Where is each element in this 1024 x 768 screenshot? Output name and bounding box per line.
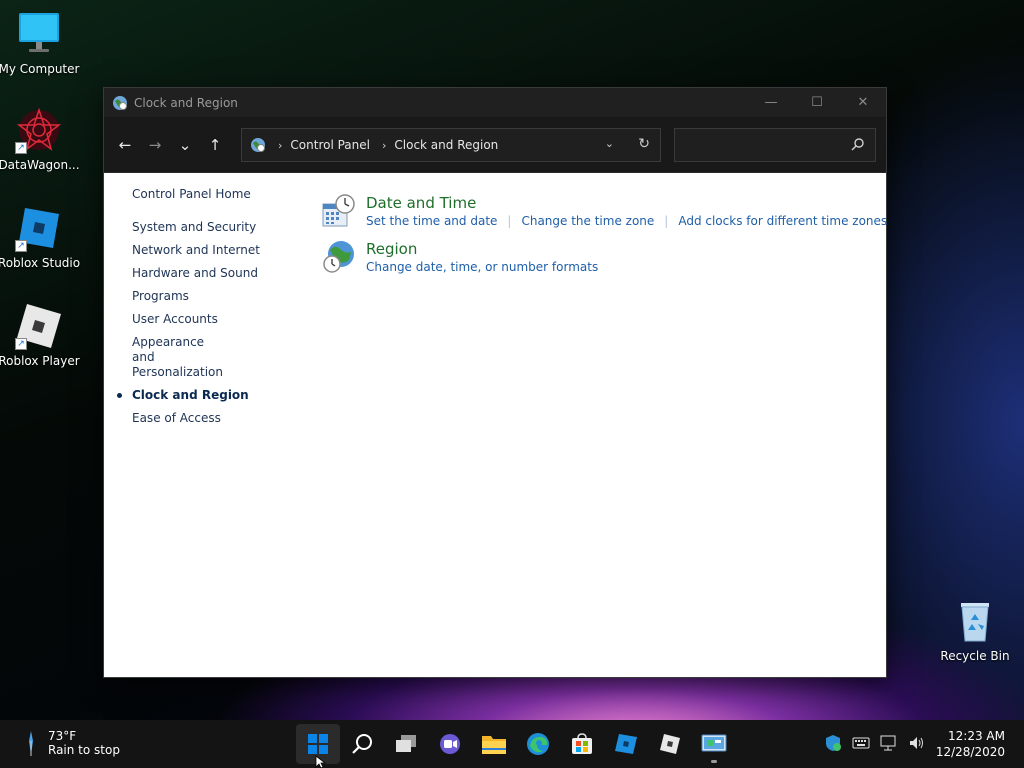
refresh-icon[interactable]: ↻ [638,136,650,152]
weather-description: Rain to stop [48,743,120,757]
maximize-button[interactable]: ☐ [794,88,840,117]
weather-widget[interactable]: 73°F Rain to stop [22,729,120,757]
recent-locations-chevron-icon[interactable]: ⌄ [170,130,200,160]
search-icon [352,734,372,754]
change-time-zone-link[interactable]: Change the time zone [521,214,654,228]
close-button[interactable]: ✕ [840,88,886,117]
store-button[interactable] [560,724,604,764]
roblox-player-taskbar-button[interactable] [648,724,692,764]
desktop-icon-roblox-player[interactable]: ↗ Roblox Player [0,302,81,368]
control-panel-window: Clock and Region — ☐ ✕ ← → ⌄ ↑ › Control… [103,87,887,678]
up-arrow-icon[interactable]: ↑ [200,130,230,160]
control-panel-globe-icon [251,138,265,152]
back-arrow-icon[interactable]: ← [110,130,140,160]
sidebar-item-system-and-security[interactable]: System and Security [132,220,282,235]
content-area: Control Panel Home System and Security N… [104,174,887,677]
change-formats-link[interactable]: Change date, time, or number formats [366,260,598,274]
breadcrumb-control-panel[interactable]: Control Panel [290,138,370,152]
monitor-icon [15,10,63,58]
sidebar-item-network-and-internet[interactable]: Network and Internet [132,243,282,258]
desktop-icon-my-computer[interactable]: My Computer [0,10,81,76]
sidebar-item-programs[interactable]: Programs [132,289,282,304]
running-indicator [711,760,717,763]
shortcut-arrow-icon: ↗ [15,240,27,252]
add-clocks-link[interactable]: Add clocks for different time zones [678,214,887,228]
sidebar-item-hardware-and-sound[interactable]: Hardware and Sound [132,266,282,281]
address-dropdown-chevron-icon[interactable]: ⌄ [605,137,614,150]
sidebar-item-control-panel-home[interactable]: Control Panel Home [132,187,282,202]
clock[interactable]: 12:23 AM 12/28/2020 [936,728,1005,760]
sidebar-item-user-accounts[interactable]: User Accounts [132,312,282,327]
taskbar-search-button[interactable] [340,724,384,764]
roblox-player-icon [660,734,680,754]
address-bar[interactable]: › Control Panel › Clock and Region ⌄ ↻ [241,128,661,162]
edge-button[interactable] [516,724,560,764]
roblox-studio-taskbar-button[interactable] [604,724,648,764]
region-links: Change date, time, or number formats [366,260,598,274]
sidebar-item-clock-and-region[interactable]: Clock and Region [117,388,282,403]
volume-icon[interactable] [908,734,926,752]
roblox-studio-icon [615,734,637,754]
clock-time: 12:23 AM [948,729,1005,743]
sidebar-item-appearance-and-personalization[interactable]: Appearance and Personalization [132,335,228,380]
breadcrumb-separator-icon: › [381,138,387,152]
shortcut-arrow-icon: ↗ [15,338,27,350]
region-title[interactable]: Region [366,240,417,258]
edge-icon [527,733,549,755]
chat-icon [440,734,460,754]
sidebar-item-ease-of-access[interactable]: Ease of Access [132,411,282,426]
search-input[interactable] [674,128,876,162]
control-panel-taskbar-button[interactable] [692,724,736,764]
breadcrumb-separator-icon: › [278,138,283,152]
weather-temperature: 73°F [48,729,77,743]
sidebar: Control Panel Home System and Security N… [117,187,282,434]
desktop-icon-roblox-studio[interactable]: ↗ Roblox Studio [0,204,81,270]
link-divider: | [664,214,669,228]
task-view-button[interactable] [384,724,428,764]
store-icon [572,733,592,754]
date-and-time-title[interactable]: Date and Time [366,194,476,212]
clock-date: 12/28/2020 [935,745,1005,759]
desktop-icon-label: Roblox Player [0,354,80,368]
file-explorer-icon [482,736,506,754]
forward-arrow-icon[interactable]: → [140,130,170,160]
window-title: Clock and Region [134,95,238,110]
minimize-button[interactable]: — [748,88,794,117]
taskbar: 73°F Rain to stop 12:23 AM 12/28/2020 [0,720,1024,768]
keyboard-icon[interactable] [852,734,870,752]
chat-button[interactable] [428,724,472,764]
date-and-time-links: Set the time and date | Change the time … [366,214,887,228]
security-shield-icon[interactable] [824,734,842,752]
datawagon-icon: ↗ [15,106,63,154]
desktop-icon-label: Roblox Studio [0,256,81,270]
calendar-clock-icon [322,194,355,227]
search-icon [851,138,864,151]
mouse-cursor-icon [315,755,327,768]
start-icon [308,734,328,754]
system-tray [824,734,926,752]
recycle-bin-icon [951,597,999,645]
desktop-icon-datawagon[interactable]: ↗ DataWagon... [0,106,81,172]
breadcrumb-clock-and-region[interactable]: Clock and Region [394,138,498,152]
desktop-icon-recycle-bin[interactable]: Recycle Bin [933,597,1017,663]
desktop-icon-label: DataWagon... [0,158,80,172]
task-view-icon [396,735,416,752]
desktop-icon-label: My Computer [0,62,80,76]
title-bar[interactable]: Clock and Region — ☐ ✕ [104,88,886,117]
taskbar-apps [296,724,736,764]
roblox-studio-icon: ↗ [15,204,63,252]
file-explorer-button[interactable] [472,724,516,764]
roblox-player-icon: ↗ [15,302,63,350]
shortcut-arrow-icon: ↗ [15,142,27,154]
network-icon[interactable] [880,734,898,752]
link-divider: | [507,214,512,228]
control-panel-globe-icon [113,95,127,110]
desktop-icon-label: Recycle Bin [940,649,1010,663]
control-panel-icon [701,734,727,752]
set-time-and-date-link[interactable]: Set the time and date [366,214,497,228]
globe-clock-icon [323,241,354,273]
umbrella-icon [29,731,33,756]
